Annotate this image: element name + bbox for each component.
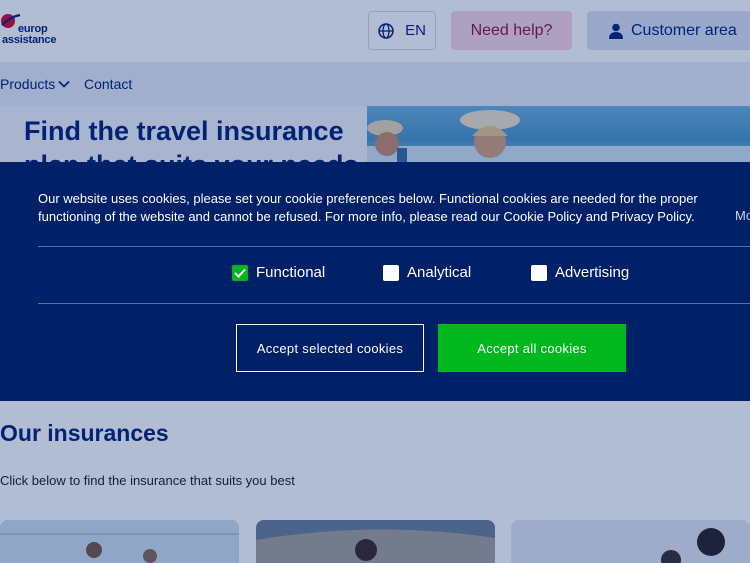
- cookie-message: Our website uses cookies, please set you…: [38, 191, 698, 224]
- advertising-checkbox[interactable]: [531, 264, 547, 281]
- accept-selected-cookies-button[interactable]: Accept selected cookies: [236, 324, 424, 372]
- cookie-options: Functional Analytical Advertising: [0, 264, 750, 286]
- divider: [38, 303, 750, 304]
- cookie-option-analytical[interactable]: Analytical: [383, 264, 471, 281]
- accept-all-cookies-button[interactable]: Accept all cookies: [438, 324, 626, 372]
- divider: [38, 246, 750, 247]
- cookie-banner: Our website uses cookies, please set you…: [0, 162, 750, 401]
- checkmark-icon: [234, 268, 246, 278]
- analytical-checkbox[interactable]: [383, 264, 399, 281]
- cookie-more-link[interactable]: Mo: [735, 208, 750, 223]
- cookie-option-label: Analytical: [407, 264, 472, 281]
- cookie-option-label: Advertising: [555, 264, 630, 281]
- cookie-option-label: Functional: [256, 264, 326, 281]
- functional-checkbox[interactable]: [232, 264, 248, 281]
- cookie-option-functional[interactable]: Functional: [232, 264, 325, 281]
- cookie-option-advertising[interactable]: Advertising: [531, 264, 629, 281]
